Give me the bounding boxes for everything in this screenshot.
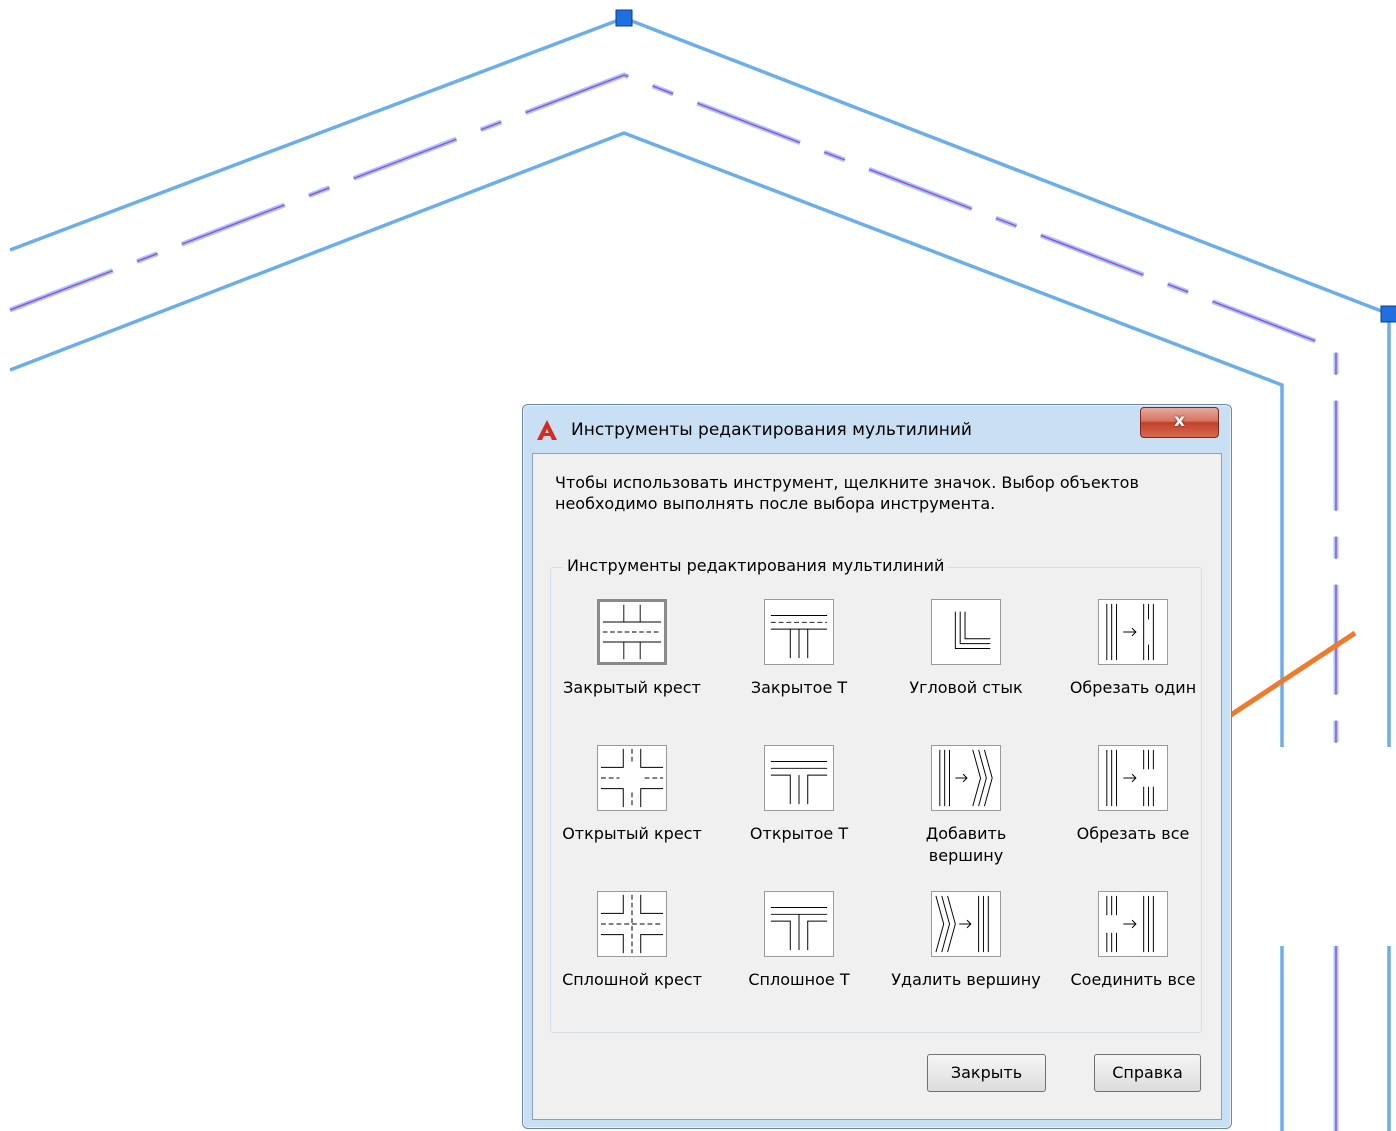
tool-cut-all[interactable]: Обрезать все: [1058, 745, 1208, 845]
tool-label: Удалить вершину: [891, 970, 1041, 989]
tool-cut-single[interactable]: Обрезать один: [1058, 599, 1208, 699]
tool-closed-tee[interactable]: Закрытое T: [724, 599, 874, 699]
closed-tee-icon[interactable]: [764, 599, 834, 665]
tool-label: Обрезать все: [1076, 824, 1190, 843]
tools-groupbox: Инструменты редактирования мультилиний З…: [550, 556, 1202, 1033]
tool-open-tee[interactable]: Открытое T: [724, 745, 874, 845]
tool-corner-joint[interactable]: Угловой стык: [891, 599, 1041, 699]
add-vertex-icon[interactable]: [931, 745, 1001, 811]
tool-merged-cross[interactable]: Сплошной крест: [557, 891, 707, 991]
open-tee-icon[interactable]: [764, 745, 834, 811]
tool-open-cross[interactable]: Открытый крест: [557, 745, 707, 845]
close-button[interactable]: Закрыть: [927, 1054, 1046, 1092]
dialog-title: Инструменты редактирования мультилиний: [571, 420, 972, 440]
close-icon: x: [1174, 411, 1185, 431]
mledit-dialog: Инструменты редактирования мультилиний x…: [522, 404, 1232, 1129]
groupbox-label: Инструменты редактирования мультилиний: [563, 556, 949, 575]
closed-cross-icon[interactable]: [597, 599, 667, 665]
tool-delete-vertex[interactable]: Удалить вершину: [891, 891, 1041, 991]
merged-cross-icon[interactable]: [597, 891, 667, 957]
tool-label: Открытый крест: [562, 824, 702, 843]
dialog-client-area: Чтобы использовать инструмент, щелкните …: [532, 453, 1222, 1120]
help-button[interactable]: Справка: [1094, 1054, 1201, 1092]
close-window-button[interactable]: x: [1140, 407, 1219, 438]
delete-vertex-icon[interactable]: [931, 891, 1001, 957]
cut-single-icon[interactable]: [1098, 599, 1168, 665]
tool-closed-cross[interactable]: Закрытый крест: [557, 599, 707, 699]
tool-merged-tee[interactable]: Сплошное T: [724, 891, 874, 991]
corner-joint-icon[interactable]: [931, 599, 1001, 665]
tool-label: Закрытый крест: [563, 678, 701, 697]
open-cross-icon[interactable]: [597, 745, 667, 811]
tool-label: Угловой стык: [909, 678, 1023, 697]
tool-label: Сплошной крест: [562, 970, 702, 989]
tool-label: Соединить все: [1070, 970, 1196, 989]
grip-vertex-top[interactable]: [615, 9, 633, 27]
tool-weld-all[interactable]: Соединить все: [1058, 891, 1208, 991]
weld-all-icon[interactable]: [1098, 891, 1168, 957]
autocad-logo-icon: [537, 420, 557, 440]
tool-label: Добавить вершину: [925, 824, 1007, 865]
tool-label: Обрезать один: [1069, 678, 1197, 697]
tool-label: Сплошное T: [748, 970, 850, 989]
grip-vertex-right[interactable]: [1380, 305, 1396, 323]
tool-add-vertex[interactable]: Добавить вершину: [891, 745, 1041, 867]
cut-all-icon[interactable]: [1098, 745, 1168, 811]
instructions-text: Чтобы использовать инструмент, щелкните …: [555, 473, 1139, 513]
tool-label: Открытое T: [749, 824, 849, 843]
merged-tee-icon[interactable]: [764, 891, 834, 957]
tool-label: Закрытое T: [750, 678, 848, 697]
title-bar[interactable]: Инструменты редактирования мультилиний x: [523, 405, 1231, 453]
